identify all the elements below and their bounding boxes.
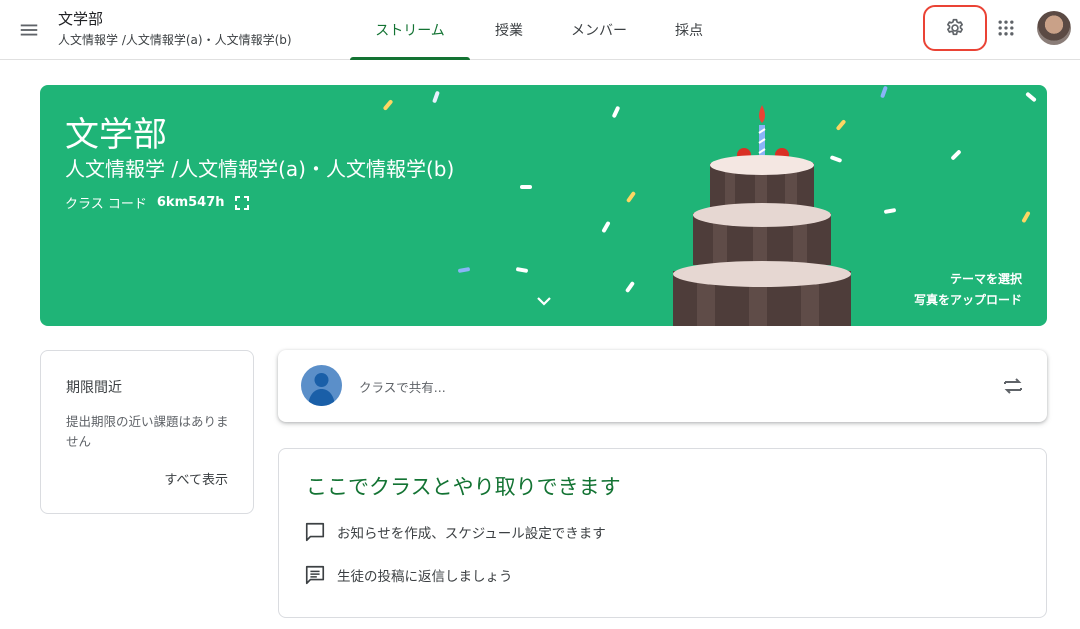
apps-grid-icon <box>998 20 1014 36</box>
repost-icon[interactable] <box>1001 374 1025 398</box>
chat-lines-icon <box>305 565 325 585</box>
stream-info-card: ここでクラスとやり取りできます お知らせを作成、スケジュール設定できます 生徒の… <box>278 448 1047 618</box>
upcoming-card: 期限間近 提出期限の近い課題はありません すべて表示 <box>40 350 254 514</box>
tab-classwork[interactable]: 授業 <box>470 0 548 60</box>
confetti-decoration <box>520 185 532 189</box>
course-section: 人文情報学 /人文情報学(a)・人文情報学(b) <box>58 33 292 47</box>
confetti-decoration <box>382 99 394 111</box>
gear-icon <box>947 18 963 36</box>
confetti-decoration <box>625 190 637 204</box>
confetti-decoration <box>1025 91 1037 103</box>
google-apps-button[interactable] <box>993 15 1019 41</box>
banner-title: 文学部 <box>65 115 167 155</box>
view-all-link[interactable]: すべて表示 <box>164 469 228 488</box>
comment-icon <box>305 522 325 542</box>
main-menu-button[interactable] <box>14 15 44 45</box>
banner-subtitle: 人文情報学 /人文情報学(a)・人文情報学(b) <box>65 157 455 181</box>
share-input[interactable]: クラスで共有... <box>359 377 446 396</box>
class-settings-button[interactable] <box>923 5 987 51</box>
fullscreen-icon[interactable] <box>234 195 249 210</box>
user-avatar <box>301 365 342 406</box>
select-theme-link[interactable]: テーマを選択 <box>914 269 1022 290</box>
confetti-decoration <box>883 207 897 215</box>
info-title: ここでクラスとやり取りできます <box>306 475 621 499</box>
class-code-label: クラス コード <box>65 197 147 212</box>
class-tabs: ストリーム 授業 メンバー 採点 <box>350 0 728 60</box>
upload-photo-link[interactable]: 写真をアップロード <box>914 290 1022 311</box>
info-item-text: お知らせを作成、スケジュール設定できます <box>337 526 606 542</box>
share-box[interactable]: クラスで共有... <box>278 350 1047 422</box>
banner-links: テーマを選択 写真をアップロード <box>914 269 1022 311</box>
upcoming-title: 期限間近 <box>66 380 122 396</box>
menu-icon <box>20 24 38 36</box>
confetti-decoration <box>432 90 440 104</box>
person-icon <box>308 373 335 406</box>
tab-grades[interactable]: 採点 <box>650 0 728 60</box>
class-code-value: 6km547h <box>156 195 225 210</box>
class-code: クラス コード 6km547h <box>65 193 249 212</box>
confetti-decoration <box>611 105 621 119</box>
confetti-decoration <box>457 266 471 274</box>
class-banner: 文学部 人文情報学 /人文情報学(a)・人文情報学(b) クラス コード 6km… <box>40 85 1047 326</box>
confetti-decoration <box>515 266 529 274</box>
confetti-decoration <box>1021 210 1031 224</box>
tab-people[interactable]: メンバー <box>548 0 650 60</box>
confetti-decoration <box>601 220 611 234</box>
confetti-decoration <box>880 85 888 99</box>
course-title[interactable]: 文学部 <box>58 8 103 29</box>
chevron-down-icon[interactable] <box>534 293 554 309</box>
tab-stream[interactable]: ストリーム <box>350 0 470 60</box>
info-item-text: 生徒の投稿に返信しましょう <box>337 569 513 585</box>
confetti-decoration <box>950 149 962 161</box>
info-item: お知らせを作成、スケジュール設定できます <box>304 521 606 543</box>
account-avatar[interactable] <box>1037 11 1071 45</box>
info-item: 生徒の投稿に返信しましょう <box>304 564 513 586</box>
upcoming-empty-text: 提出期限の近い課題はありません <box>66 414 229 449</box>
confetti-decoration <box>624 280 636 294</box>
top-app-bar: 文学部 人文情報学 /人文情報学(a)・人文情報学(b) ストリーム 授業 メン… <box>0 0 1080 60</box>
cake-illustration <box>673 105 851 326</box>
